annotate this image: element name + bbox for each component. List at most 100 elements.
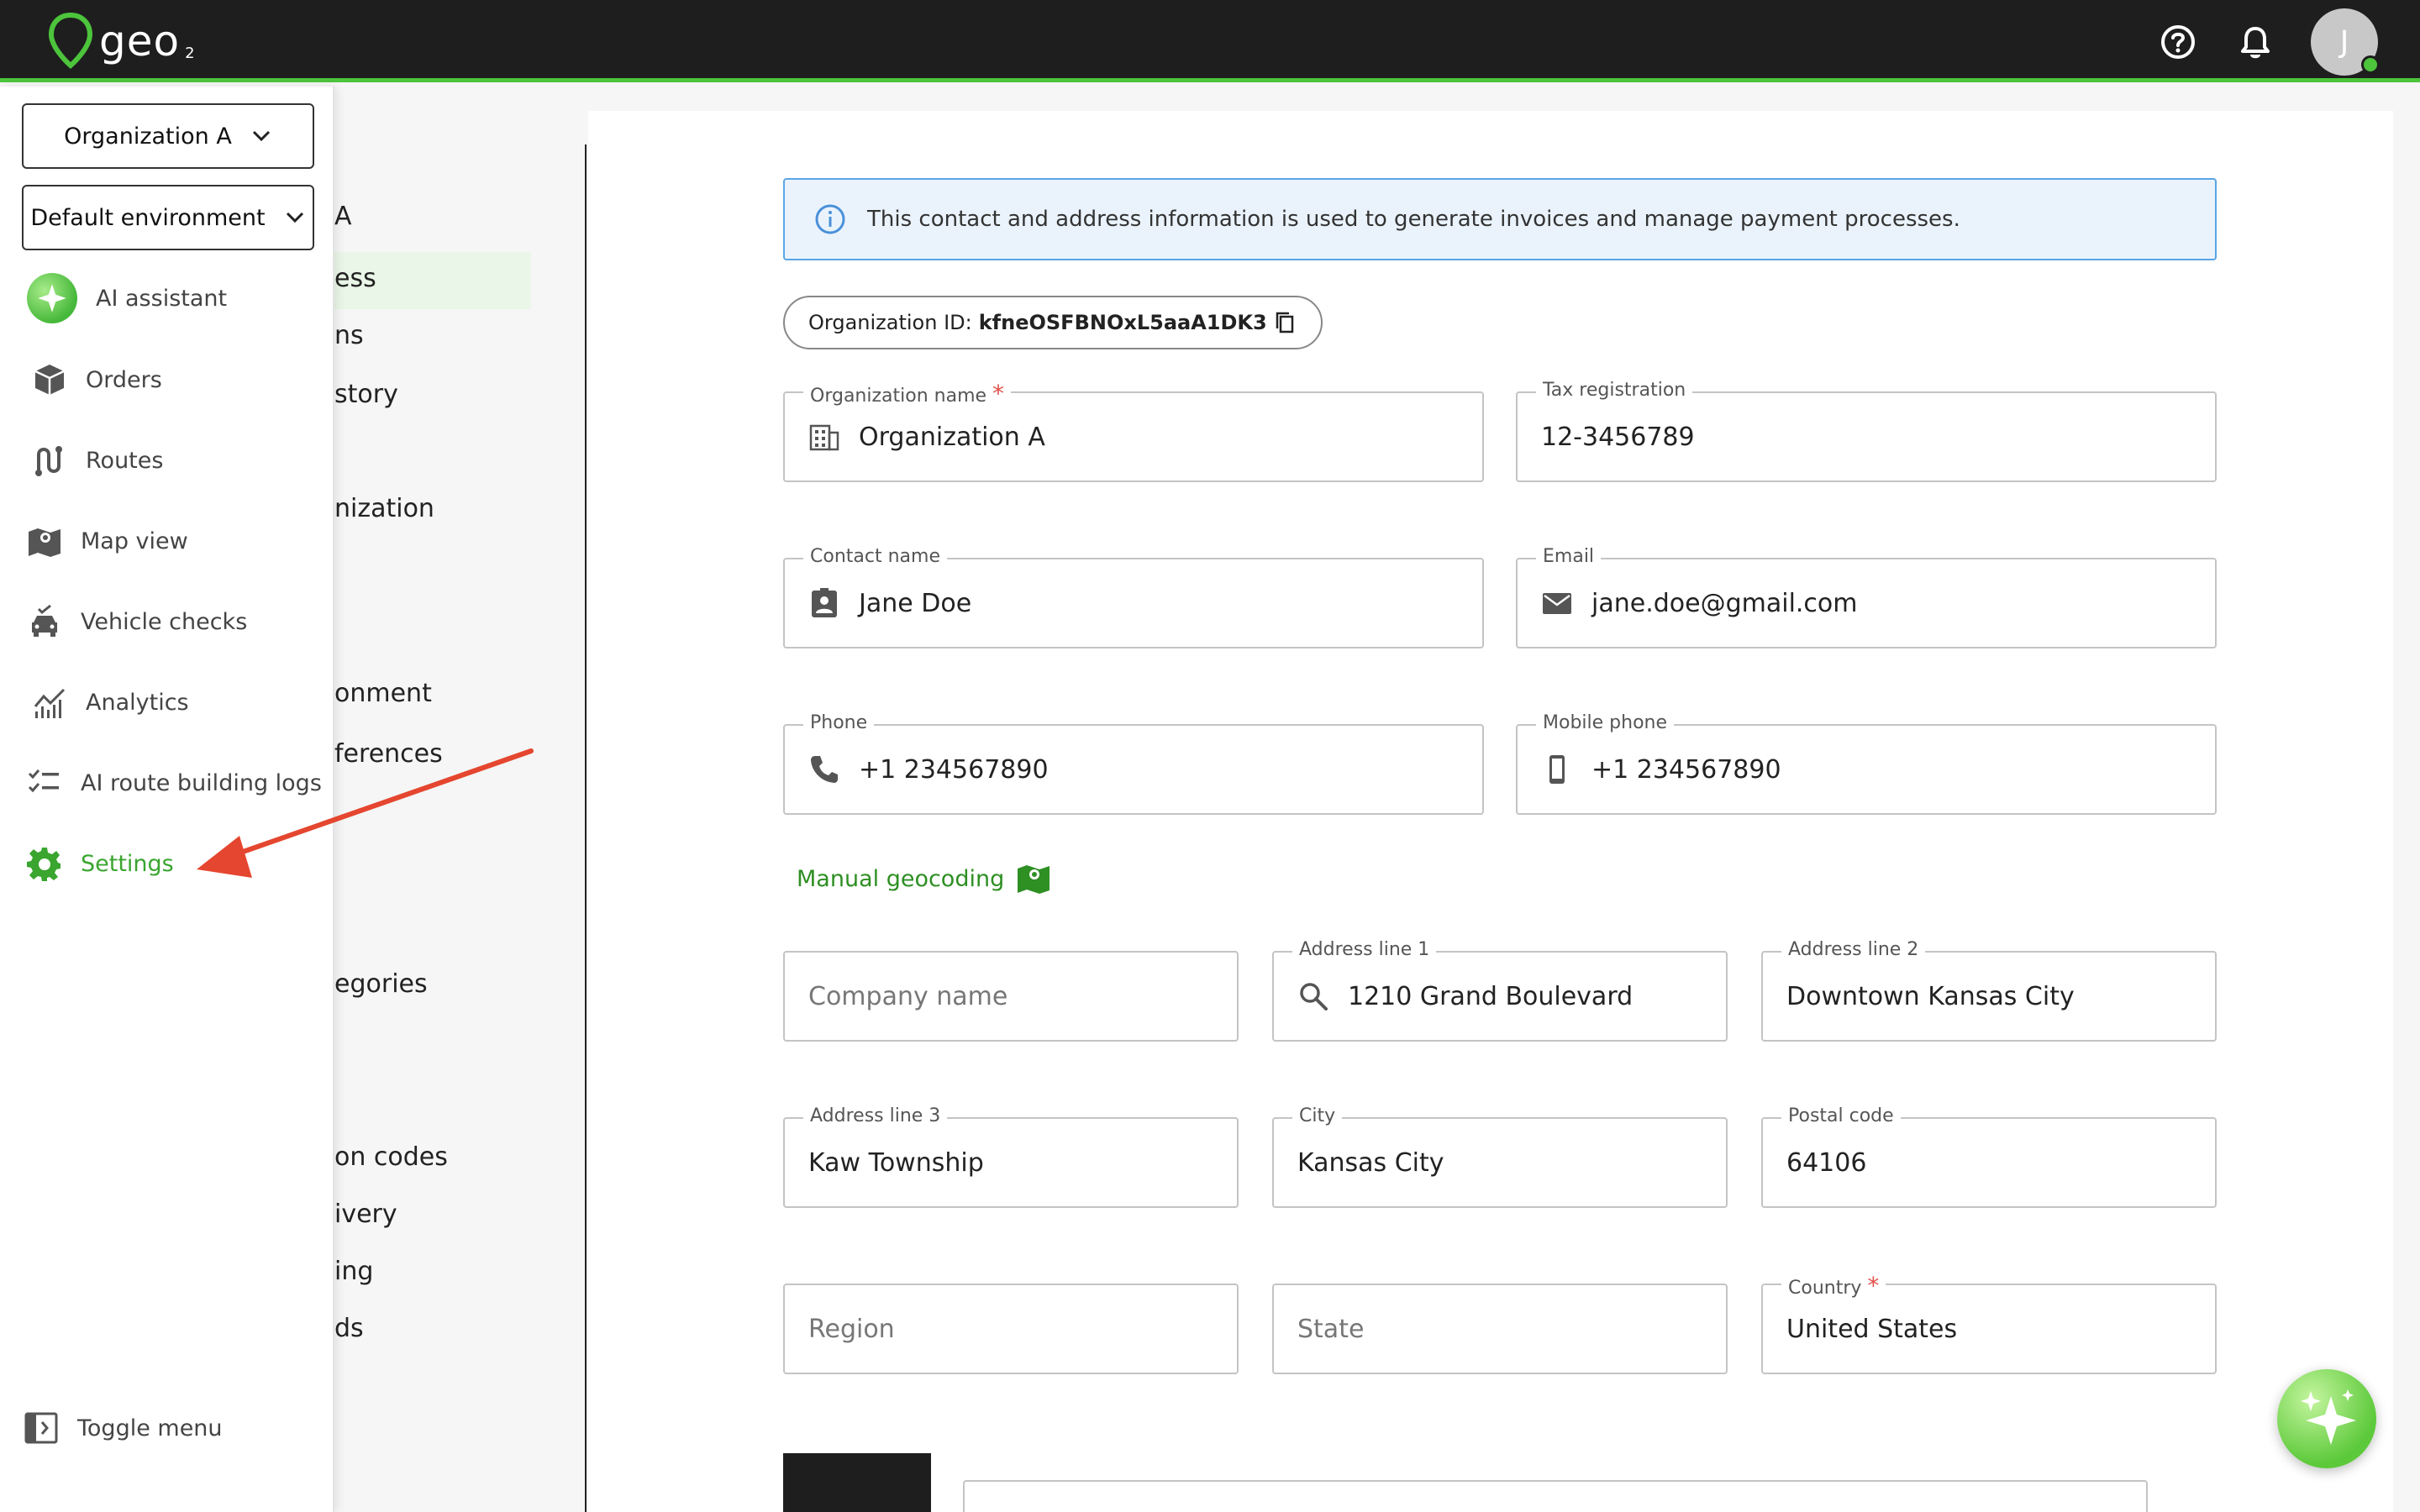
email-value: jane.doe@gmail.com bbox=[1591, 588, 1858, 618]
submenu-item[interactable]: egories bbox=[334, 969, 428, 999]
mobile-phone-field[interactable]: Mobile phone +1 234567890 bbox=[1516, 712, 2217, 815]
submenu-item[interactable]: story bbox=[334, 380, 398, 409]
help-icon[interactable] bbox=[2158, 22, 2198, 62]
copy-icon[interactable] bbox=[1274, 310, 1297, 335]
info-banner: This contact and address information is … bbox=[783, 178, 2217, 260]
field-label: Email bbox=[1536, 546, 1602, 567]
sidebar-item-label: Settings bbox=[81, 850, 174, 877]
submenu-item[interactable]: on codes bbox=[334, 1142, 448, 1172]
mobile-phone-value: +1 234567890 bbox=[1591, 754, 1781, 785]
toggle-menu-label: Toggle menu bbox=[77, 1415, 223, 1441]
toggle-menu-button[interactable]: Toggle menu bbox=[24, 1410, 223, 1446]
tax-registration-field[interactable]: Tax registration 12-3456789 bbox=[1516, 380, 2217, 482]
organization-id-chip[interactable]: Organization ID: kfneOSFBNOxL5aaA1DK3 bbox=[783, 296, 1323, 349]
sidebar-item-ai-assistant[interactable]: AI assistant bbox=[27, 273, 227, 323]
ai-assistant-fab[interactable] bbox=[2277, 1369, 2376, 1468]
sidebar-item-analytics[interactable]: Analytics bbox=[32, 685, 189, 720]
country-field[interactable]: Country * United States bbox=[1761, 1272, 2217, 1374]
bell-icon[interactable] bbox=[2235, 22, 2275, 62]
submenu-item[interactable]: ivery bbox=[334, 1200, 397, 1229]
postal-code-field[interactable]: Postal code 64106 bbox=[1761, 1105, 2217, 1208]
submenu-item[interactable]: ns bbox=[334, 321, 364, 350]
sidebar-item-label: Map view bbox=[81, 528, 188, 554]
submenu-item[interactable]: ferences bbox=[334, 739, 443, 769]
logo-subscript: 2 bbox=[185, 44, 195, 62]
phone-icon bbox=[811, 756, 838, 783]
settings-submenu: A ess ns story nization onment ferences … bbox=[334, 109, 587, 1512]
environment-dropdown[interactable]: Default environment bbox=[22, 185, 314, 250]
field-label: Phone bbox=[803, 712, 875, 733]
organization-name-field[interactable]: Organization name * Organization A bbox=[783, 380, 1484, 482]
map-pin-icon bbox=[1018, 865, 1050, 894]
company-name-placeholder: Company name bbox=[808, 981, 1008, 1011]
analytics-icon bbox=[34, 688, 66, 718]
field-label: Address line 3 bbox=[803, 1105, 948, 1126]
field-label: City bbox=[1292, 1105, 1343, 1126]
sidebar-item-label: AI route building logs bbox=[81, 769, 322, 796]
building-icon bbox=[809, 424, 839, 451]
location-pin-icon bbox=[48, 12, 93, 69]
field-label: Tax registration bbox=[1536, 380, 1693, 401]
field-label: Mobile phone bbox=[1536, 712, 1675, 733]
sidebar-item-label: Routes bbox=[86, 447, 164, 474]
submenu-item[interactable]: A bbox=[334, 202, 352, 231]
submenu-item[interactable]: ds bbox=[334, 1314, 364, 1343]
contact-name-value: Jane Doe bbox=[859, 588, 972, 618]
submenu-divider bbox=[585, 144, 587, 1512]
sidebar-item-ai-route-building-logs[interactable]: AI route building logs bbox=[27, 765, 322, 801]
region-field[interactable]: Region bbox=[783, 1284, 1239, 1374]
sidebar-item-routes[interactable]: Routes bbox=[32, 443, 163, 478]
sidebar-item-orders[interactable]: Orders bbox=[32, 362, 162, 397]
sidebar-item-map-view[interactable]: Map view bbox=[27, 523, 188, 559]
app-logo[interactable]: geo 2 bbox=[47, 12, 195, 71]
state-placeholder: State bbox=[1297, 1314, 1365, 1344]
state-field[interactable]: State bbox=[1272, 1284, 1728, 1374]
vehicle-check-icon bbox=[32, 604, 57, 637]
sidebar-item-label: Vehicle checks bbox=[81, 608, 248, 635]
logo-preview[interactable] bbox=[783, 1453, 931, 1512]
submenu-item[interactable]: onment bbox=[334, 679, 432, 708]
submenu-item[interactable]: nization bbox=[334, 494, 434, 523]
address-line-1-value: 1210 Grand Boulevard bbox=[1348, 981, 1634, 1011]
avatar[interactable]: J bbox=[2311, 8, 2380, 76]
sidebar-item-vehicle-checks[interactable]: Vehicle checks bbox=[27, 604, 247, 639]
phone-value: +1 234567890 bbox=[859, 754, 1049, 785]
city-field[interactable]: City Kansas City bbox=[1272, 1105, 1728, 1208]
manual-geocoding-label: Manual geocoding bbox=[797, 865, 1005, 892]
country-value: United States bbox=[1786, 1314, 1958, 1344]
envelope-icon bbox=[1543, 593, 1571, 614]
organization-dropdown-label: Organization A bbox=[64, 123, 232, 150]
submenu-item[interactable]: ess bbox=[334, 264, 376, 293]
chevron-down-icon bbox=[252, 130, 270, 142]
map-icon bbox=[29, 528, 60, 557]
field-label: Contact name bbox=[803, 546, 947, 567]
top-bar: geo 2 J bbox=[0, 0, 2420, 82]
sparkle-icon bbox=[2301, 1389, 2356, 1445]
org-id-value: kfneOSFBNOxL5aaA1DK3 bbox=[978, 311, 1267, 334]
address-line-3-field[interactable]: Address line 3 Kaw Township bbox=[783, 1105, 1239, 1208]
field-label: Country * bbox=[1781, 1272, 1886, 1299]
organization-dropdown[interactable]: Organization A bbox=[22, 103, 314, 169]
tax-registration-value: 12-3456789 bbox=[1541, 422, 1695, 452]
package-icon bbox=[34, 365, 65, 395]
address-line-1-field[interactable]: Address line 1 1210 Grand Boulevard bbox=[1272, 939, 1728, 1042]
field-label: Address line 2 bbox=[1781, 939, 1926, 960]
submenu-item[interactable]: ing bbox=[334, 1257, 373, 1286]
company-name-field[interactable]: Company name bbox=[783, 951, 1239, 1042]
contact-name-field[interactable]: Contact name Jane Doe bbox=[783, 546, 1484, 648]
region-placeholder: Region bbox=[808, 1314, 895, 1344]
sidebar-item-label: Analytics bbox=[86, 689, 189, 716]
org-id-label: Organization ID: bbox=[808, 311, 972, 334]
bottom-input-field[interactable] bbox=[963, 1480, 2148, 1512]
city-value: Kansas City bbox=[1297, 1147, 1444, 1178]
postal-code-value: 64106 bbox=[1786, 1147, 1867, 1178]
manual-geocoding-link[interactable]: Manual geocoding bbox=[797, 862, 1051, 895]
phone-field[interactable]: Phone +1 234567890 bbox=[783, 712, 1484, 815]
email-field[interactable]: Email jane.doe@gmail.com bbox=[1516, 546, 2217, 648]
route-icon bbox=[35, 446, 62, 476]
info-text: This contact and address information is … bbox=[867, 207, 1960, 232]
sidebar-item-settings[interactable]: Settings bbox=[27, 846, 174, 881]
address-line-3-value: Kaw Township bbox=[808, 1147, 984, 1178]
avatar-initial: J bbox=[2339, 24, 2349, 60]
address-line-2-field[interactable]: Address line 2 Downtown Kansas City bbox=[1761, 939, 2217, 1042]
